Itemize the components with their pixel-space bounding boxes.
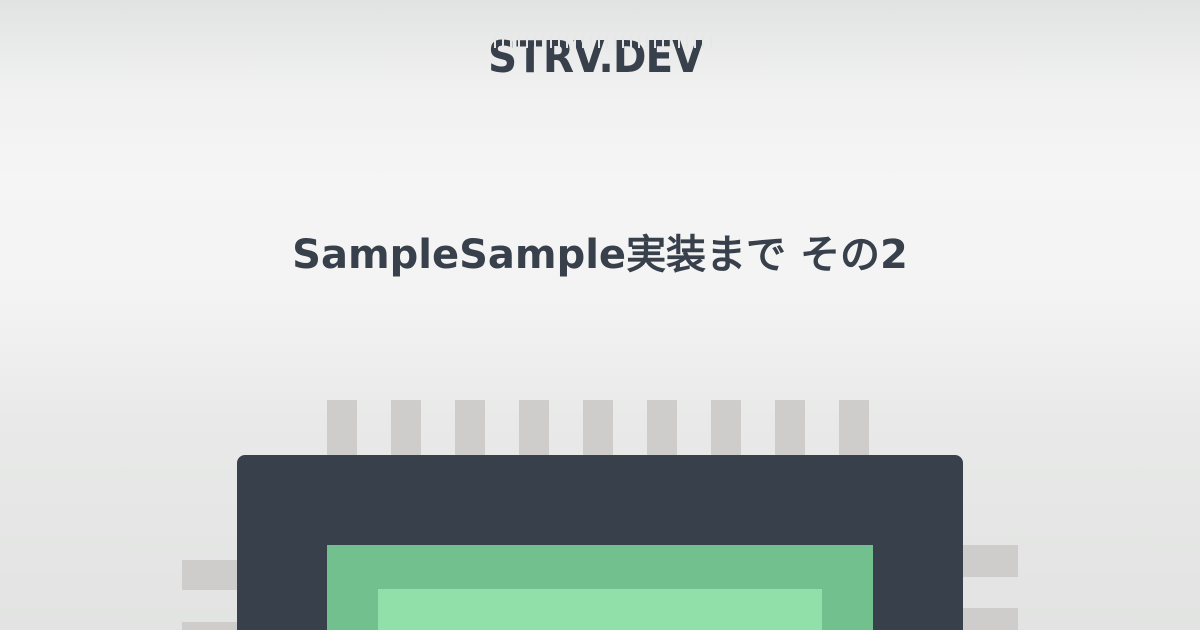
- chip-pin: [839, 400, 869, 460]
- chip-pin: [182, 560, 242, 590]
- chip-pins-top: [327, 400, 869, 460]
- chip-pin: [583, 400, 613, 460]
- chip-pin: [647, 400, 677, 460]
- chip-pin: [391, 400, 421, 460]
- chip-pin: [958, 545, 1018, 577]
- chip-pin: [958, 608, 1018, 630]
- chip-pin: [519, 400, 549, 460]
- chip-pins-right: [958, 545, 1018, 630]
- chip-pins-left: [182, 560, 242, 630]
- chip-pin: [455, 400, 485, 460]
- chip-pin: [775, 400, 805, 460]
- chip-core: [378, 589, 822, 630]
- microchip-icon: [182, 400, 1018, 630]
- chip-pin: [182, 622, 242, 630]
- chip-pin: [327, 400, 357, 460]
- chip-pin: [711, 400, 741, 460]
